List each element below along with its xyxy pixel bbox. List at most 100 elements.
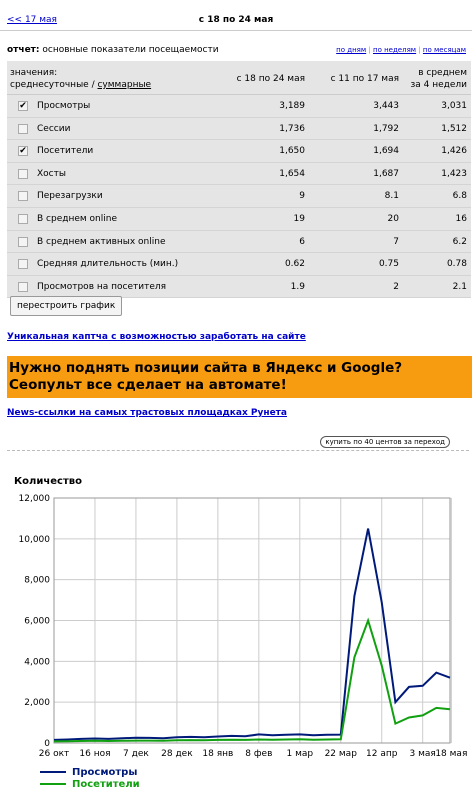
seopult-banner[interactable]: Нужно поднять позиции сайта в Яндекс и G… (7, 356, 472, 398)
x-tick-label: 16 ноя (79, 749, 110, 759)
report-label-prefix: отчет: (7, 45, 40, 55)
x-tick-label: 3 мая (410, 749, 436, 759)
y-tick-label: 4,000 (24, 657, 50, 667)
row-value-previous: 2 (393, 281, 399, 292)
legend-label: Просмотры (72, 767, 137, 778)
table-row: В среднем online 19 20 16 (7, 208, 471, 231)
row-label: Сессии (37, 123, 71, 134)
stats-table: значения: среднесуточные / суммарные с 1… (7, 61, 471, 299)
buy-link-button[interactable]: купить по 40 центов за переход (320, 436, 450, 448)
row-value-previous: 1,687 (373, 168, 399, 179)
mode-total-link[interactable]: суммарные (97, 80, 151, 90)
table-row: В среднем активных online 6 7 6.2 (7, 231, 471, 254)
row-checkbox[interactable] (18, 259, 28, 270)
report-label: отчет: основные показатели посещаемости (7, 45, 219, 55)
y-tick-label: 0 (44, 739, 50, 749)
row-value-previous: 20 (387, 213, 399, 224)
col-4-week-average-l1: в среднем (418, 68, 467, 78)
x-tick-label: 12 апр (366, 749, 398, 759)
by-days-link[interactable]: по дням (336, 46, 366, 54)
table-row: Перезагрузки 9 8.1 6.8 (7, 185, 471, 208)
by-months-link[interactable]: по месяцам (423, 46, 466, 54)
by-weeks-link[interactable]: по неделям (373, 46, 416, 54)
y-axis-label: Количество (14, 476, 82, 487)
report-name: основные показатели посещаемости (42, 45, 219, 55)
captcha-ad-link[interactable]: Уникальная каптча с возможностью заработ… (7, 332, 306, 342)
row-value-average: 6.2 (452, 236, 467, 247)
row-checkbox[interactable] (18, 191, 28, 202)
table-row: Хосты 1,654 1,687 1,423 (7, 163, 471, 186)
row-value-current: 1.9 (290, 281, 305, 292)
row-checkbox[interactable] (18, 281, 28, 292)
period-switch: по дням | по неделям | по месяцам (336, 46, 466, 54)
row-label: Перезагрузки (37, 191, 103, 202)
banner-line-1: Нужно поднять позиции сайта в Яндекс и G… (9, 360, 403, 376)
row-label: Хосты (37, 168, 66, 179)
y-tick-label: 6,000 (24, 617, 50, 627)
row-checkbox[interactable] (18, 168, 28, 179)
row-value-previous: 7 (393, 236, 399, 247)
row-checkbox[interactable]: ✔ (18, 146, 28, 157)
row-checkbox[interactable] (18, 236, 28, 247)
table-row: ✔ Просмотры 3,189 3,443 3,031 (7, 95, 471, 118)
row-label: Посетители (37, 146, 94, 157)
row-label: Средняя длительность (мин.) (37, 259, 179, 270)
col-4-week-average: в среднем за 4 недели (410, 67, 467, 91)
row-value-previous: 1,792 (373, 123, 399, 134)
values-mode: значения: среднесуточные / суммарные (10, 67, 151, 91)
row-value-previous: 8.1 (384, 191, 399, 202)
row-value-average: 2.1 (452, 281, 467, 292)
x-tick-label: 8 фев (245, 749, 272, 759)
table-row: ✔ Посетители 1,650 1,694 1,426 (7, 140, 471, 163)
row-label: В среднем активных online (37, 236, 166, 247)
x-tick-label: 18 янв (202, 749, 233, 759)
row-value-average: 1,426 (441, 146, 467, 157)
x-tick-label: 7 дек (123, 749, 149, 759)
col-previous-week: с 11 по 17 мая (330, 74, 399, 84)
values-caption: значения: (10, 68, 58, 78)
row-value-previous: 0.75 (378, 259, 399, 270)
x-tick-label: 1 мар (286, 749, 313, 759)
x-tick-label: 26 окт (39, 749, 70, 759)
row-value-current: 1,736 (279, 123, 305, 134)
x-tick-label: 18 мая (435, 749, 467, 759)
x-tick-label: 28 дек (161, 749, 193, 759)
row-checkbox[interactable]: ✔ (18, 101, 28, 111)
series-line-views (53, 528, 451, 741)
mode-daily: среднесуточные (10, 80, 89, 90)
row-value-current: 1,654 (279, 168, 305, 179)
period-title: с 18 по 24 мая (198, 15, 274, 25)
row-value-average: 16 (455, 213, 467, 224)
y-tick-label: 2,000 (24, 698, 50, 708)
row-checkbox[interactable] (18, 123, 28, 134)
row-value-average: 1,512 (441, 123, 467, 134)
row-checkbox[interactable] (18, 213, 28, 224)
series-line-visitors (53, 617, 451, 743)
y-tick-label: 12,000 (19, 494, 51, 504)
row-value-average: 1,423 (441, 168, 467, 179)
row-value-average: 0.78 (446, 259, 467, 270)
switch-separator: | (418, 46, 421, 54)
row-value-current: 19 (293, 213, 305, 224)
row-value-current: 9 (299, 191, 305, 202)
table-row: Сессии 1,736 1,792 1,512 (7, 118, 471, 141)
row-value-current: 0.62 (284, 259, 305, 270)
y-tick-label: 8,000 (24, 576, 50, 586)
row-value-average: 6.8 (452, 191, 467, 202)
stats-rows: ✔ Просмотры 3,189 3,443 3,031 Сессии 1,736 1,79… (7, 95, 471, 299)
col-current-week: с 18 по 24 мая (236, 74, 305, 84)
divider (7, 450, 469, 451)
traffic-chart: Количество 0 2,000 4,000 6,000 8,000 10,000 12,… (14, 476, 467, 790)
rebuild-chart-button[interactable]: перестроить график (10, 296, 123, 316)
news-ad-link[interactable]: News-ссылки на самых трастовых площадках… (7, 408, 287, 418)
row-value-current: 6 (299, 236, 305, 247)
period-nav: << 17 мая с 18 по 24 мая (0, 0, 472, 31)
row-value-previous: 1,694 (373, 146, 399, 157)
x-tick-label: 22 мар (325, 749, 358, 759)
row-value-current: 3,189 (279, 101, 305, 111)
table-row: Средняя длительность (мин.) 0.62 0.75 0.78 (7, 253, 471, 276)
row-value-current: 1,650 (279, 146, 305, 157)
row-label: В среднем online (37, 213, 117, 224)
row-label: Просмотры (37, 101, 91, 111)
switch-separator: | (368, 46, 371, 54)
